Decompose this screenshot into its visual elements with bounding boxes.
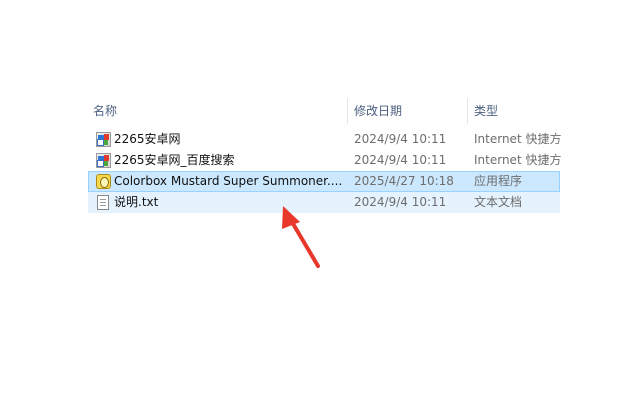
file-rows: 2265安卓网 2024/9/4 10:11 Internet 快捷方 2265… (88, 129, 561, 213)
file-type: Internet 快捷方 (474, 132, 561, 146)
file-name: Colorbox Mustard Super Summoner.... (114, 174, 342, 188)
file-row[interactable]: 2265安卓网_百度搜索 2024/9/4 10:11 Internet 快捷方 (88, 150, 561, 171)
file-list-pane: 名称 修改日期 类型 2265安卓网 2024/9/4 10:11 Intern… (0, 0, 640, 400)
text-file-icon (94, 193, 112, 212)
internet-shortcut-icon (94, 130, 112, 149)
file-date: 2024/9/4 10:11 (354, 195, 447, 209)
application-icon (94, 172, 112, 191)
file-row-hover[interactable]: 说明.txt 2024/9/4 10:11 文本文档 (88, 192, 560, 213)
file-name: 2265安卓网_百度搜索 (114, 153, 235, 167)
file-name: 说明.txt (114, 195, 159, 209)
file-date: 2024/9/4 10:11 (354, 153, 447, 167)
column-separator[interactable] (467, 98, 468, 124)
file-date: 2025/4/27 10:18 (354, 174, 454, 188)
file-date: 2024/9/4 10:11 (354, 132, 447, 146)
file-row-selected[interactable]: Colorbox Mustard Super Summoner.... 2025… (88, 171, 560, 192)
column-header-date-modified[interactable]: 修改日期 (354, 98, 466, 124)
file-type: Internet 快捷方 (474, 153, 561, 167)
column-separator[interactable] (347, 98, 348, 124)
file-row[interactable]: 2265安卓网 2024/9/4 10:11 Internet 快捷方 (88, 129, 561, 150)
column-header-type[interactable]: 类型 (474, 98, 560, 124)
file-type: 文本文档 (474, 195, 523, 209)
column-header-name[interactable]: 名称 (93, 98, 343, 124)
column-header: 名称 修改日期 类型 (88, 98, 560, 124)
file-type: 应用程序 (474, 174, 523, 188)
internet-shortcut-icon (94, 151, 112, 170)
file-name: 2265安卓网 (114, 132, 181, 146)
